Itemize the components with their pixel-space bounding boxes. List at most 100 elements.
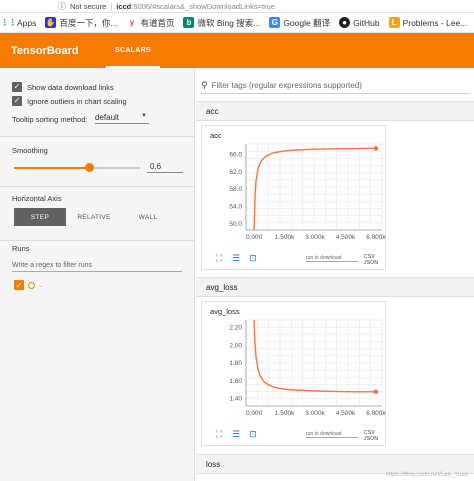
tag-filter-input[interactable]: ⚲ Filter tags (regular expressions suppo… [201, 78, 469, 94]
chart-card-avg-loss: avg_loss 1.40 1.60 1.80 2.00 2.20 0.000 1.500k… [201, 301, 386, 446]
sidebar: ✓ Show data download links ✓ Ignore outl… [0, 68, 195, 481]
smoothing-value-input[interactable]: 0.6 [147, 162, 183, 173]
fit-domain-icon[interactable]: ⊡ [248, 429, 258, 439]
bookmark-label: Problems - Lee... [402, 17, 468, 28]
ignore-outliers-checkbox[interactable]: ✓ Ignore outliers in chart scaling [12, 96, 127, 106]
x-tick-label: 3.000k [305, 234, 325, 241]
chart-toolbar: ⛶ ☰ ⊡ run to download CSV JSON [202, 425, 387, 445]
tooltip-sort-label: Tooltip sorting method: [12, 115, 88, 124]
axis-step-button[interactable]: STEP [14, 208, 66, 226]
main-panel: ⚲ Filter tags (regular expressions suppo… [196, 68, 474, 481]
y-tick-label: 2.00 [229, 342, 242, 349]
leetcode-icon: L [388, 17, 400, 28]
show-download-links-checkbox[interactable]: ✓ Show data download links [12, 82, 114, 92]
bookmark-bing[interactable]: b 微软 Bing 搜索... [183, 17, 260, 29]
run-download-select[interactable]: run to download [306, 431, 358, 438]
url-host: iccd [116, 1, 132, 11]
bookmark-label: 微软 Bing 搜索... [197, 17, 261, 28]
x-tick-label: 0.000 [246, 410, 263, 417]
run-color-dot [28, 281, 35, 289]
bookmark-label: Google 翻译 [283, 17, 331, 28]
runs-label: Runs [12, 244, 30, 253]
x-tick-label: 6.000k [366, 234, 386, 241]
tooltip-sort-dropdown[interactable]: default ▼ [95, 113, 149, 124]
fullscreen-icon[interactable]: ⛶ [214, 429, 224, 439]
series-line [253, 147, 376, 231]
tooltip-sort-value: default [95, 113, 120, 122]
bookmark-apps[interactable]: ⋮⋮ Apps [0, 17, 36, 28]
smoothing-label: Smoothing [12, 146, 48, 155]
watermark: https://blog.csdn.net/Lee_Yuan [385, 472, 468, 478]
x-tick-label: 0.000 [246, 234, 263, 241]
fullscreen-icon[interactable]: ⛶ [214, 253, 224, 263]
app-title: TensorBoard [11, 44, 79, 57]
y-tick-label: 58.0 [229, 186, 242, 193]
smoothing-slider[interactable] [14, 163, 140, 172]
download-links: CSV JSON [364, 430, 387, 442]
x-tick-label: 4.500k [336, 234, 356, 241]
run-name: . [40, 281, 42, 289]
json-link[interactable]: JSON [364, 260, 378, 266]
axis-relative-button[interactable]: RELATIVE [68, 208, 120, 226]
horizontal-axis-label: Horizontal Axis [12, 194, 62, 203]
bookmark-youdao[interactable]: y 有道首页 [126, 17, 174, 29]
bookmark-google-translate[interactable]: G Google 翻译 [269, 17, 330, 29]
y-tick-label: 50.0 [229, 221, 242, 228]
tag-filter-placeholder: Filter tags (regular expressions support… [211, 81, 362, 90]
browser-address-bar[interactable]: ⓘ Not secure | iccd:6006/#scalars&_showD… [0, 0, 474, 13]
caret-down-icon: ▼ [141, 113, 147, 119]
y-tick-label: 1.60 [229, 378, 242, 385]
run-checkbox[interactable]: ✓ [14, 280, 24, 290]
y-tick-label: 2.20 [229, 325, 242, 332]
youdao-icon: y [126, 17, 138, 28]
github-icon: ● [339, 17, 351, 28]
search-icon: ⚲ [201, 80, 208, 90]
y-tick-label: 54.0 [229, 204, 242, 211]
url-separator: | [110, 1, 113, 11]
x-tick-label: 3.000k [305, 410, 325, 417]
apps-grid-icon: ⋮⋮ [0, 17, 17, 28]
url-rest: :6006/#scalars&_showDownloadLinks=true [131, 1, 275, 11]
category-title: acc [206, 106, 219, 116]
series-endpoint [373, 389, 379, 395]
json-link[interactable]: JSON [364, 436, 378, 442]
category-header-loss[interactable]: loss [196, 454, 474, 474]
download-links: CSV JSON [364, 254, 387, 266]
ignore-outliers-label: Ignore outliers in chart scaling [27, 96, 127, 106]
bookmark-github[interactable]: ● GitHub [339, 17, 380, 28]
chart-card-acc: acc 50.0 54.0 58.0 62.0 66.0 0.000 1.500k 3.000… [201, 125, 386, 270]
y-tick-label: 1.80 [229, 360, 242, 367]
smoothing-slider-fill [14, 167, 90, 169]
tensorboard-header: TensorBoard SCALARS [0, 33, 474, 68]
bing-icon: b [183, 17, 195, 28]
run-item[interactable]: ✓ . [14, 280, 42, 290]
log-scale-icon[interactable]: ☰ [231, 253, 241, 263]
tab-scalars[interactable]: SCALARS [104, 33, 162, 68]
runs-filter-input[interactable]: Write a regex to filter runs [12, 262, 182, 272]
category-header-acc[interactable]: acc [196, 101, 474, 121]
chart-avg-loss[interactable]: 1.40 1.60 1.80 2.00 2.20 0.000 1.500k 3.000k 4.5… [202, 302, 387, 427]
x-tick-label: 4.500k [336, 410, 356, 417]
checkmark-icon: ✓ [12, 96, 22, 106]
category-header-avg-loss[interactable]: avg_loss [196, 277, 474, 297]
log-scale-icon[interactable]: ☰ [231, 429, 241, 439]
bookmark-leetcode[interactable]: L Problems - Lee... [388, 17, 468, 28]
run-download-select[interactable]: run to download [306, 255, 358, 262]
url-text[interactable]: iccd:6006/#scalars&_showDownloadLinks=tr… [116, 2, 275, 11]
bookmarks-bar: ⋮⋮ Apps ✋ 百度一下，你... y 有道首页 b 微软 Bing 搜索.… [0, 13, 474, 33]
bookmark-label: 有道首页 [140, 17, 175, 28]
info-icon[interactable]: ⓘ [56, 0, 68, 12]
y-tick-label: 62.0 [229, 169, 242, 176]
bookmark-baidu[interactable]: ✋ 百度一下，你... [45, 17, 117, 29]
show-download-links-label: Show data download links [27, 82, 114, 92]
axis-wall-button[interactable]: WALL [122, 208, 174, 226]
x-tick-label: 1.500k [275, 410, 295, 417]
chart-acc[interactable]: 50.0 54.0 58.0 62.0 66.0 0.000 1.500k 3.000k 4.5… [202, 126, 387, 251]
y-tick-label: 1.40 [229, 396, 242, 403]
chart-toolbar: ⛶ ☰ ⊡ run to download CSV JSON [202, 249, 387, 269]
google-translate-icon: G [269, 17, 281, 28]
series-endpoint [373, 146, 379, 151]
baidu-icon: ✋ [45, 17, 57, 28]
fit-domain-icon[interactable]: ⊡ [248, 253, 258, 263]
y-tick-label: 66.0 [229, 151, 242, 158]
